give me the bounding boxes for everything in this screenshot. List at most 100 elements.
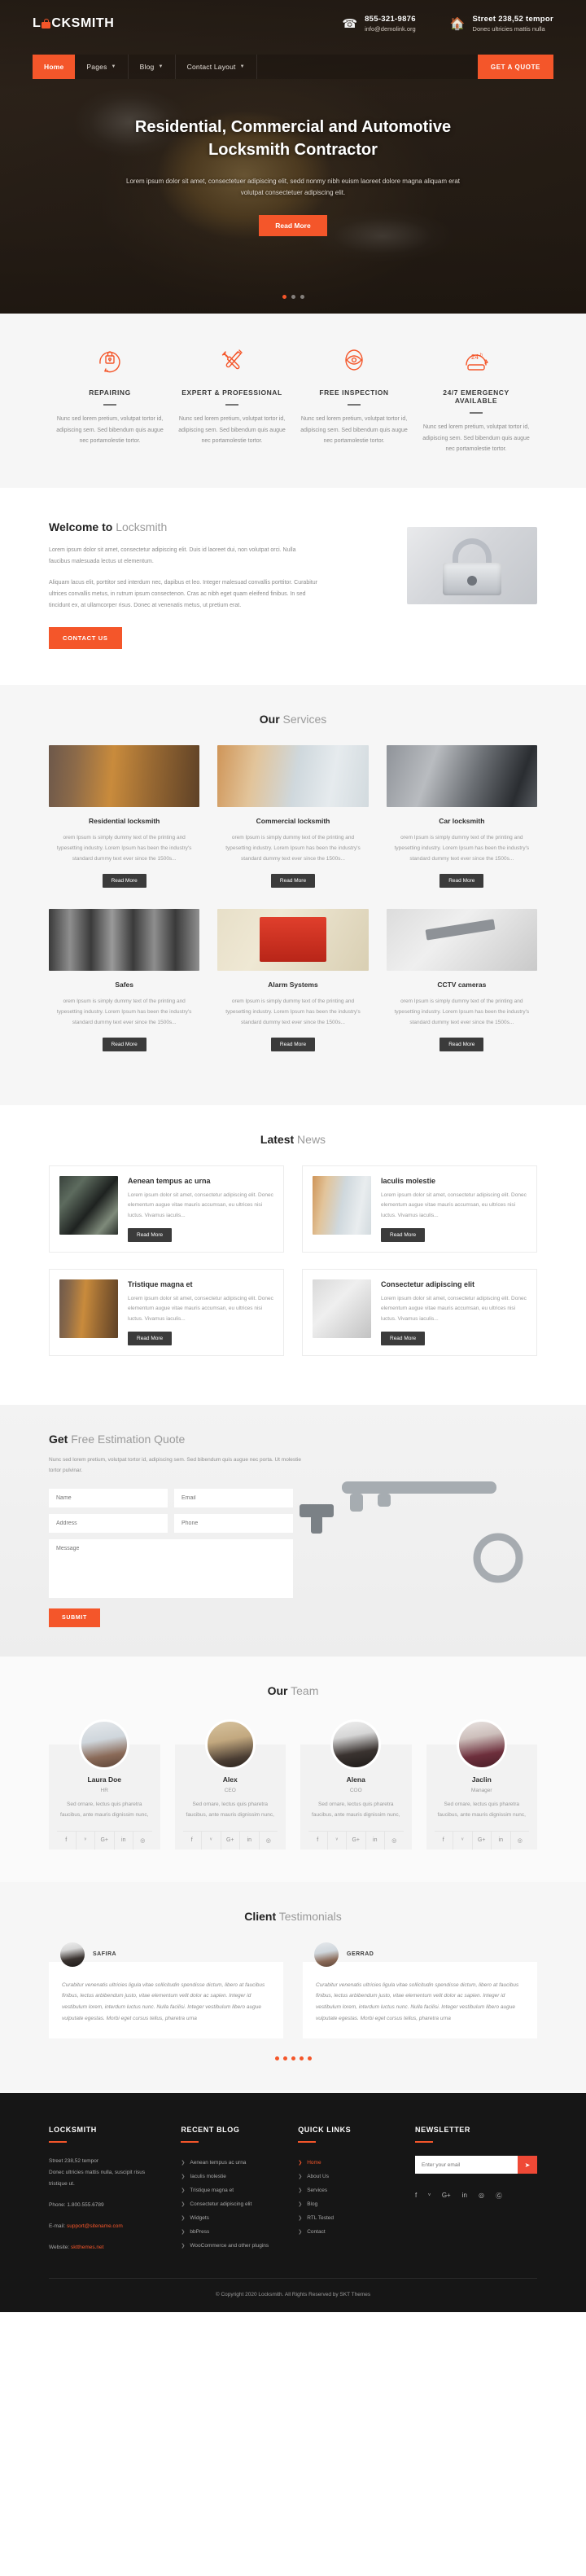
pinterest-icon[interactable]: ◎ (511, 1832, 530, 1850)
footer-quick-links-column: QUICK LINKS ❯ Home ❯ About Us ❯ Services ❯ B… (298, 2126, 399, 2253)
footer-quick-link-blog[interactable]: ❯ Blog (298, 2197, 399, 2211)
address-input[interactable] (49, 1513, 168, 1533)
testimonial-dot-1[interactable] (274, 2056, 279, 2061)
lock-refresh-icon (55, 343, 164, 377)
slider-dot-3[interactable] (300, 295, 304, 299)
linkedin-icon[interactable]: in (492, 1831, 511, 1850)
site-logo[interactable]: L CKSMITH (33, 16, 114, 31)
header-phone-block[interactable]: ☎ 855-321-9876 info@demolink.org (342, 15, 415, 33)
quote-subtitle: Nunc sed lorem pretium, volutpat tortor … (49, 1456, 301, 1473)
features-row: REPAIRING Nunc sed lorem pretium, volutp… (49, 343, 537, 455)
pinterest-icon[interactable]: ◎ (479, 2192, 484, 2201)
testimonial-dot-4[interactable] (299, 2056, 304, 2061)
newsletter-email-input[interactable] (415, 2156, 518, 2174)
nav-item-home[interactable]: Home (33, 55, 76, 79)
service-read-more-button[interactable]: Read More (102, 873, 146, 888)
footer-blog-link[interactable]: ❯ bbPress (181, 2225, 282, 2239)
pinterest-icon[interactable]: ◎ (260, 1832, 278, 1850)
facebook-icon[interactable]: f (183, 1831, 202, 1850)
footer-quick-link-rtl-tested[interactable]: ❯ RTL Tested (298, 2211, 399, 2225)
service-read-more-button[interactable]: Read More (440, 873, 484, 888)
twitter-icon[interactable]: ᵛ (202, 1831, 221, 1850)
divider (470, 412, 483, 414)
name-input[interactable] (49, 1488, 168, 1507)
message-textarea[interactable] (49, 1538, 293, 1598)
linkedin-icon[interactable]: in (240, 1831, 260, 1850)
hero-read-more-button[interactable]: Read More (259, 214, 327, 236)
footer-quick-link-services[interactable]: ❯ Services (298, 2183, 399, 2197)
twitter-icon[interactable]: ᵛ (428, 2192, 431, 2201)
slider-dot-1[interactable] (282, 295, 286, 299)
contact-us-button[interactable]: CONTACT US (49, 626, 122, 649)
service-read-more-button[interactable]: Read More (102, 1037, 146, 1051)
linkedin-icon[interactable]: in (115, 1831, 133, 1850)
google-plus-icon[interactable]: G+ (347, 1831, 366, 1850)
divider (103, 404, 116, 406)
feature-body: Nunc sed lorem pretium, volutpat tortor … (422, 424, 530, 453)
footer-email-link[interactable]: support@sitename.com (67, 2223, 123, 2229)
facebook-icon[interactable]: f (415, 2192, 417, 2201)
footer-blog-link[interactable]: ❯ Consectetur adipiscing elit (181, 2197, 282, 2211)
service-card-cctv-cameras: CCTV cameras orem Ipsum is simply dummy … (386, 908, 537, 1051)
linkedin-icon[interactable]: in (366, 1831, 385, 1850)
testimonial-dot-3[interactable] (291, 2056, 295, 2061)
twitter-icon[interactable]: ᵛ (77, 1831, 95, 1850)
service-card-car: Car locksmith orem Ipsum is simply dummy… (386, 744, 537, 888)
service-image (49, 908, 200, 971)
chevron-right-icon: ❯ (298, 2174, 303, 2180)
testimonial-dot-5[interactable] (307, 2056, 312, 2061)
newsletter-send-button[interactable]: ➤ (518, 2156, 537, 2174)
nav-item-label: Pages (86, 63, 107, 71)
testimonial-card: SAFIRA Curabitur venenatis ultricies lig… (49, 1942, 283, 2039)
testimonial-body: Curabitur venenatis ultricies ligula vit… (62, 1981, 265, 2021)
submit-button[interactable]: SUBMIT (49, 1608, 101, 1627)
facebook-icon[interactable]: f (435, 1831, 453, 1850)
get-a-quote-button[interactable]: GET A QUOTE (477, 55, 553, 79)
nav-item-contact-layout[interactable]: Contact Layout ▼ (176, 55, 257, 79)
twitter-icon[interactable]: ᵛ (328, 1831, 347, 1850)
header-address-block[interactable]: 🏠 Street 238,52 tempor Donec ultricies m… (450, 15, 553, 33)
hero-slider-dots[interactable] (0, 295, 586, 299)
feature-title: EXPERT & PROFESSIONAL (181, 388, 282, 397)
footer-blog-link[interactable]: ❯ Tristique magna et (181, 2183, 282, 2197)
slider-dot-2[interactable] (291, 295, 295, 299)
divider (225, 404, 238, 406)
skype-icon[interactable]: Ⓖ (496, 2192, 502, 2201)
news-card: Consectetur adipiscing elit Lorem ipsum … (302, 1268, 537, 1356)
footer-blog-link[interactable]: ❯ WooCommerce and other plugins (181, 2239, 282, 2253)
phone-input[interactable] (174, 1513, 293, 1533)
service-read-more-button[interactable]: Read More (270, 1037, 316, 1051)
service-read-more-button[interactable]: Read More (270, 873, 316, 888)
footer-quick-link-about-us[interactable]: ❯ About Us (298, 2170, 399, 2183)
news-post-body: Lorem ipsum dolor sit amet, consectetur … (128, 1295, 273, 1323)
pinterest-icon[interactable]: ◎ (133, 1832, 152, 1850)
news-read-more-button[interactable]: Read More (381, 1227, 426, 1242)
nav-item-pages[interactable]: Pages ▼ (75, 55, 129, 79)
email-input[interactable] (174, 1488, 293, 1507)
footer-blog-link[interactable]: ❯ Aenean tempus ac urna (181, 2156, 282, 2170)
footer-website-link[interactable]: sktthemes.net (71, 2245, 103, 2250)
twitter-icon[interactable]: ᵛ (453, 1831, 473, 1850)
google-plus-icon[interactable]: G+ (95, 1831, 115, 1850)
facebook-icon[interactable]: f (57, 1831, 77, 1850)
google-plus-icon[interactable]: G+ (221, 1831, 240, 1850)
facebook-icon[interactable]: f (308, 1831, 328, 1850)
news-read-more-button[interactable]: Read More (128, 1227, 173, 1242)
google-plus-icon[interactable]: G+ (473, 1831, 492, 1850)
nav-item-blog[interactable]: Blog ▼ (129, 55, 176, 79)
testimonials-row: SAFIRA Curabitur venenatis ultricies lig… (49, 1942, 537, 2039)
pinterest-icon[interactable]: ◎ (385, 1832, 404, 1850)
service-read-more-button[interactable]: Read More (440, 1037, 484, 1051)
footer-blog-link[interactable]: ❯ Widgets (181, 2211, 282, 2225)
news-read-more-button[interactable]: Read More (381, 1331, 426, 1345)
footer-quick-link-home[interactable]: ❯ Home (298, 2156, 399, 2170)
google-plus-icon[interactable]: G+ (442, 2192, 451, 2201)
feature-repairing: REPAIRING Nunc sed lorem pretium, volutp… (49, 343, 171, 455)
testimonial-dot-2[interactable] (282, 2056, 287, 2061)
news-read-more-button[interactable]: Read More (128, 1331, 173, 1345)
testimonials-slider-dots[interactable] (49, 2056, 537, 2061)
linkedin-icon[interactable]: in (462, 2192, 467, 2201)
footer-quick-link-contact[interactable]: ❯ Contact (298, 2225, 399, 2239)
footer-blog-link[interactable]: ❯ Iaculis molestie (181, 2170, 282, 2183)
services-title: Our Services (49, 713, 537, 726)
